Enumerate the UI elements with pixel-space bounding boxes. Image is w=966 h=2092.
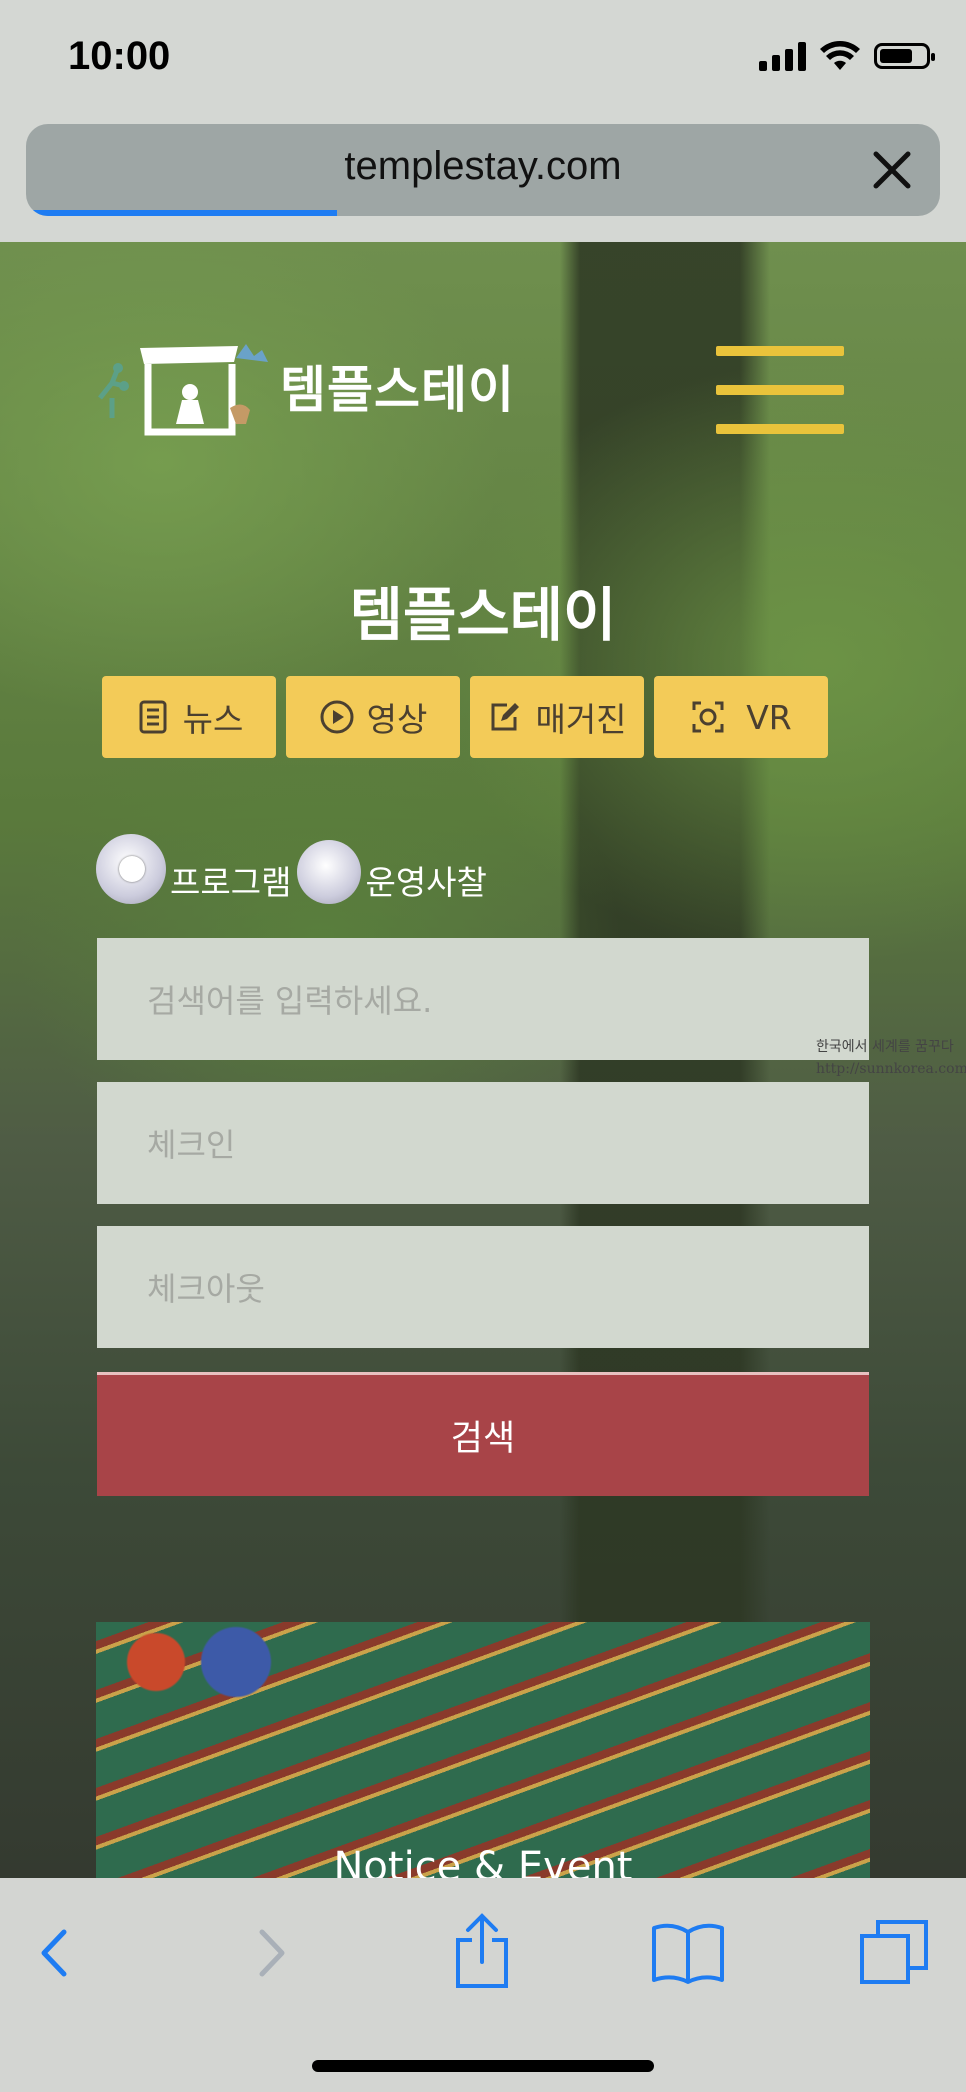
category-magazine-button[interactable]: 매거진 bbox=[470, 676, 644, 758]
search-type-radio-group: 프로그램 운영사찰 bbox=[96, 834, 493, 904]
bookmarks-icon[interactable] bbox=[650, 1918, 726, 1988]
checkout-field[interactable]: 체크아웃 bbox=[97, 1226, 869, 1348]
share-icon[interactable] bbox=[446, 1910, 518, 1990]
watermark: 한국에서 세계를 꿈꾸다 http://sunnkorea.com bbox=[816, 1039, 966, 1077]
document-icon bbox=[139, 700, 167, 734]
status-time: 10:00 bbox=[68, 34, 171, 78]
cellular-signal-icon bbox=[759, 41, 806, 71]
search-button[interactable]: 검색 bbox=[97, 1372, 869, 1496]
radio-temple-label[interactable]: 운영사찰 bbox=[365, 856, 486, 904]
forward-icon[interactable] bbox=[236, 1918, 306, 1988]
keyword-input[interactable]: 검색어를 입력하세요. bbox=[97, 938, 869, 1060]
hero-title: 템플스테이 bbox=[349, 581, 617, 649]
category-label: VR bbox=[746, 697, 792, 737]
menu-button[interactable] bbox=[716, 346, 844, 438]
back-icon[interactable] bbox=[20, 1918, 90, 1988]
edit-icon bbox=[491, 703, 520, 731]
radio-program[interactable] bbox=[96, 834, 166, 904]
battery-icon bbox=[874, 43, 935, 69]
wifi-icon bbox=[820, 41, 860, 70]
page-load-progress bbox=[26, 210, 337, 216]
close-icon[interactable] bbox=[866, 144, 918, 196]
category-buttons: 뉴스 영상 매거진 VR bbox=[102, 676, 828, 758]
address-bar[interactable]: templestay.com bbox=[26, 124, 940, 216]
browser-toolbar bbox=[0, 1878, 966, 2092]
notice-title: Notice & Event bbox=[333, 1844, 633, 1878]
temple-logo-icon bbox=[98, 344, 268, 436]
notice-event-banner[interactable]: Notice & Event bbox=[96, 1622, 870, 1878]
category-label: 매거진 bbox=[535, 700, 627, 739]
vr-icon bbox=[692, 701, 724, 733]
status-icons bbox=[759, 40, 935, 72]
status-bar: 10:00 bbox=[0, 0, 966, 120]
play-icon bbox=[320, 700, 354, 734]
checkin-field[interactable]: 체크인 bbox=[97, 1082, 869, 1204]
category-video-button[interactable]: 영상 bbox=[286, 676, 460, 758]
category-label: 뉴스 bbox=[182, 700, 244, 739]
logo-text: 템플스테이 bbox=[280, 361, 515, 419]
radio-temple[interactable] bbox=[297, 840, 362, 904]
category-vr-button[interactable]: VR bbox=[654, 676, 828, 758]
hero-section: 템플스테이 템플스테이 뉴스 영상 매거진 VR 프로그램 운영사찰 검색어를 … bbox=[0, 242, 966, 1878]
url-text[interactable]: templestay.com bbox=[26, 144, 940, 189]
category-label: 영상 bbox=[366, 700, 428, 739]
site-logo[interactable]: 템플스테이 bbox=[96, 328, 516, 448]
category-news-button[interactable]: 뉴스 bbox=[102, 676, 276, 758]
tabs-icon[interactable] bbox=[858, 1918, 932, 1988]
home-indicator[interactable] bbox=[312, 2060, 654, 2072]
radio-program-label[interactable]: 프로그램 bbox=[170, 856, 291, 904]
